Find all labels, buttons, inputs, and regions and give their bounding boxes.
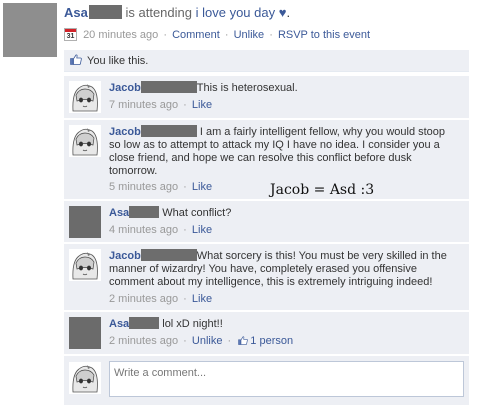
separator-dot: · xyxy=(183,335,187,347)
comment-body: Jacob I am a fairly intelligent fellow, … xyxy=(109,125,451,178)
comment-meta: 5 minutes ago · Like xyxy=(109,181,212,194)
comment-composer: Write a comment... xyxy=(64,355,469,405)
separator-dot: · xyxy=(183,293,187,305)
comment-body: Jacob This is heterosexual. xyxy=(109,81,451,95)
story-timestamp[interactable]: 20 minutes ago xyxy=(83,29,158,41)
unlike-link[interactable]: Unlike xyxy=(234,29,265,41)
comment-like-count[interactable]: 1 person xyxy=(250,335,293,347)
actor-avatar[interactable] xyxy=(3,3,57,57)
comment-meta: 2 minutes ago · Like xyxy=(109,293,212,306)
event-link[interactable]: i love you day ♥ xyxy=(196,5,287,20)
commenter-avatar[interactable] xyxy=(69,125,101,157)
viewer-avatar xyxy=(69,362,101,394)
redacted-surname xyxy=(129,317,160,329)
story-meta: 31 20 minutes ago · Comment · Unlike · R… xyxy=(64,27,370,43)
comment-item: Asa What conflict? 4 minutes ago · Like xyxy=(64,200,469,242)
commenter-avatar[interactable] xyxy=(69,317,101,349)
actor-name-link[interactable]: Asa xyxy=(64,5,88,20)
separator-dot: · xyxy=(183,99,187,111)
comment-author-link[interactable]: Jacob xyxy=(109,82,141,94)
comment-item: Jacob What sorcery is this! You must be v… xyxy=(64,243,469,310)
thumbs-up-icon xyxy=(70,54,82,65)
comment-like-link[interactable]: Like xyxy=(192,293,212,305)
separator-dot: · xyxy=(183,224,187,236)
comment-time[interactable]: 4 minutes ago xyxy=(109,224,178,236)
commenter-avatar[interactable] xyxy=(69,206,101,238)
redacted-surname xyxy=(88,5,122,19)
comment-meta: 2 minutes ago · Unlike · 1 person xyxy=(109,335,293,348)
anime-avatar-icon xyxy=(69,125,101,157)
write-comment-input[interactable]: Write a comment... xyxy=(109,361,464,397)
headline-period: . xyxy=(286,5,291,20)
comment-unlike-link[interactable]: Unlike xyxy=(192,335,223,347)
comment-meta: 4 minutes ago · Like xyxy=(109,224,212,237)
separator-dot: · xyxy=(269,29,273,41)
thumbs-up-icon[interactable] xyxy=(238,336,249,345)
comment-author-link[interactable]: Jacob xyxy=(109,126,141,138)
comment-item: Asa lol xD night!! 2 minutes ago · Unlik… xyxy=(64,311,469,354)
separator-dot: · xyxy=(227,335,232,347)
comment-author-link[interactable]: Asa xyxy=(109,318,129,330)
comment-text: This is heterosexual. xyxy=(196,82,298,94)
calendar-icon: 31 xyxy=(64,28,77,41)
story-verb: is attending xyxy=(125,5,192,20)
anime-avatar-icon xyxy=(69,249,101,281)
comment-time[interactable]: 2 minutes ago xyxy=(109,335,178,347)
overlay-caption: Jacob = Asd :3 xyxy=(270,182,375,198)
rsvp-link[interactable]: RSVP to this event xyxy=(278,29,370,41)
comment-author-link[interactable]: Jacob xyxy=(109,250,141,262)
comment-meta: 7 minutes ago · Like xyxy=(109,99,212,112)
separator-dot: · xyxy=(183,181,187,193)
comment-item: Jacob I am a fairly intelligent fellow, … xyxy=(64,119,469,199)
comment-like-link[interactable]: Like xyxy=(192,99,212,111)
comment-author-link[interactable]: Asa xyxy=(109,207,129,219)
comment-like-link[interactable]: Like xyxy=(192,181,212,193)
comment-body: Jacob What sorcery is this! You must be v… xyxy=(109,249,451,289)
event-name[interactable]: i love you day xyxy=(196,5,276,20)
likes-summary: You like this. xyxy=(64,50,469,72)
comment-text: lol xD night!! xyxy=(162,318,223,330)
redacted-surname xyxy=(129,206,160,218)
anime-avatar-icon xyxy=(69,362,101,394)
comment-text: What conflict? xyxy=(162,207,232,219)
redacted-surname xyxy=(140,125,197,137)
redacted-surname xyxy=(140,81,197,93)
comment-body: Asa What conflict? xyxy=(109,206,451,220)
comment-time[interactable]: 5 minutes ago xyxy=(109,181,178,193)
comment-body: Asa lol xD night!! xyxy=(109,317,451,331)
anime-avatar-icon xyxy=(69,81,101,113)
redacted-surname xyxy=(140,249,197,261)
commenter-avatar[interactable] xyxy=(69,81,101,113)
comment-time[interactable]: 7 minutes ago xyxy=(109,99,178,111)
separator-dot: · xyxy=(224,29,229,41)
comment-like-link[interactable]: Like xyxy=(192,224,212,236)
story-headline: Asa is attending i love you day ♥. xyxy=(64,5,477,21)
comment-link[interactable]: Comment xyxy=(172,29,220,41)
commenter-avatar[interactable] xyxy=(69,249,101,281)
likes-text: You like this. xyxy=(87,55,149,67)
comment-item: Jacob This is heterosexual. 7 minutes ago… xyxy=(64,75,469,118)
comment-time[interactable]: 2 minutes ago xyxy=(109,293,178,305)
separator-dot: · xyxy=(163,29,168,41)
